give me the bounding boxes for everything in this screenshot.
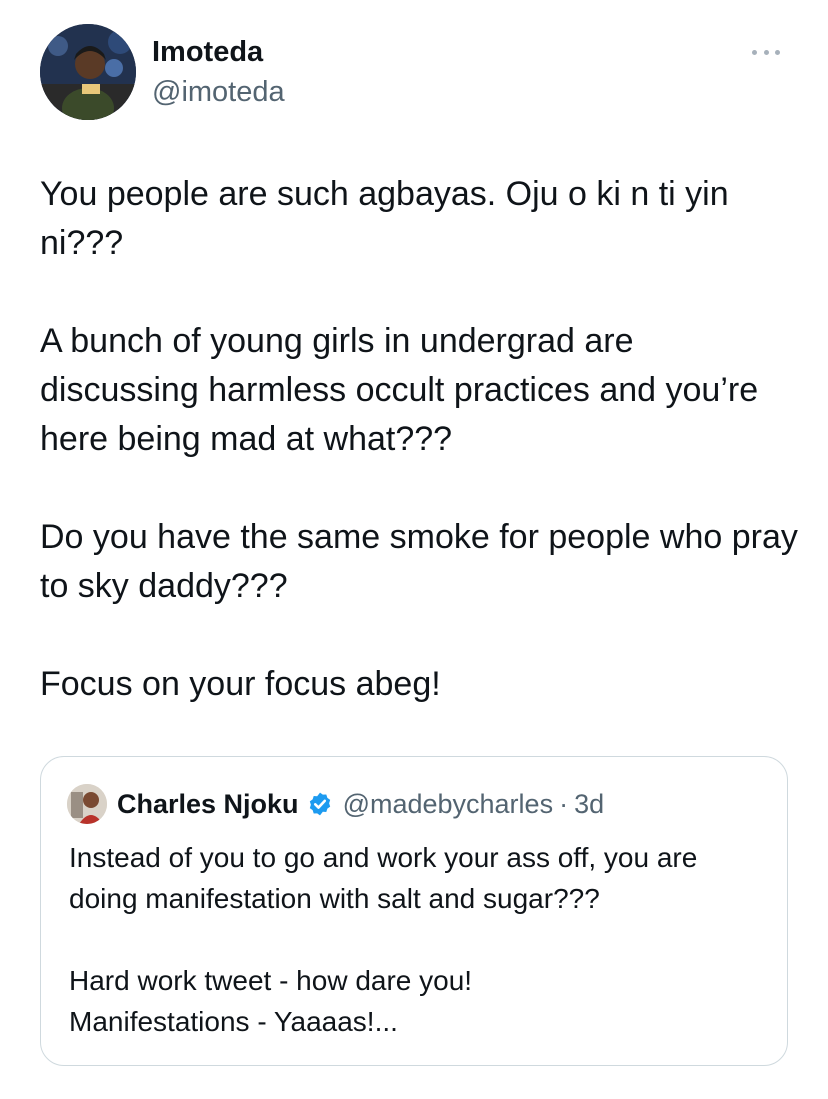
user-avatar-icon: [40, 24, 136, 120]
quoted-tweet-header: Charles Njoku @madebycharles · 3d: [67, 783, 604, 825]
quoted-tweet-timestamp[interactable]: 3d: [574, 789, 604, 820]
tweet-paragraph: Do you have the same smoke for people wh…: [40, 518, 798, 605]
author-avatar[interactable]: [40, 24, 136, 120]
tweet-paragraph: You people are such agbayas. Oju o ki n …: [40, 175, 729, 262]
tweet: Imoteda @imoteda You people are such agb…: [0, 0, 828, 1099]
author-handle[interactable]: @imoteda: [152, 74, 285, 110]
separator-dot: ·: [559, 788, 569, 819]
ellipsis-icon: [752, 49, 757, 55]
user-avatar-icon: [67, 784, 107, 824]
tweet-paragraph: Focus on your focus abeg!: [40, 665, 441, 703]
verified-badge-icon: [309, 792, 330, 816]
quoted-author-handle[interactable]: @madebycharles: [343, 789, 554, 820]
quoted-tweet-paragraph: Instead of you to go and work your ass o…: [69, 842, 698, 914]
more-options-button[interactable]: [746, 38, 786, 66]
quoted-tweet-text: Instead of you to go and work your ass o…: [69, 837, 769, 1042]
quoted-author-name[interactable]: Charles Njoku: [117, 789, 299, 820]
tweet-text: You people are such agbayas. Oju o ki n …: [40, 170, 800, 709]
author-name[interactable]: Imoteda: [152, 34, 263, 70]
quoted-tweet-paragraph: Hard work tweet - how dare you! Manifest…: [69, 965, 473, 1037]
quoted-author-avatar[interactable]: [67, 784, 107, 824]
quoted-tweet-card[interactable]: Charles Njoku @madebycharles · 3d Instea…: [40, 756, 788, 1066]
tweet-paragraph: A bunch of young girls in undergrad are …: [40, 322, 759, 458]
